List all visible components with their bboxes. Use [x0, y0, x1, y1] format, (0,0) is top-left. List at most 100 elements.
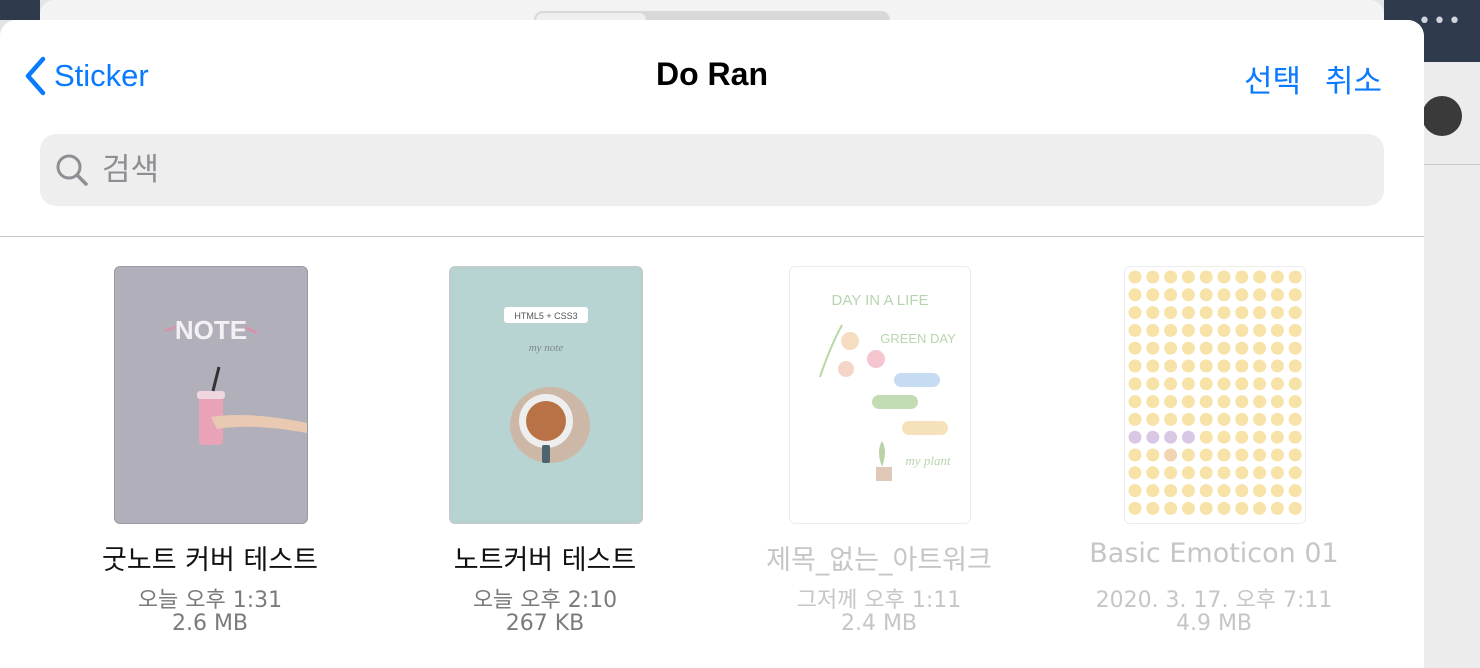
emoji-mark: [1235, 341, 1249, 355]
emoji-mark: [1181, 323, 1195, 337]
select-button[interactable]: 선택: [1244, 56, 1301, 101]
emoji-mark: [1146, 323, 1160, 337]
emoji-mark: [1288, 501, 1302, 515]
emoji-mark: [1164, 377, 1178, 391]
emoji-mark: [1270, 395, 1284, 409]
emoji-mark: [1288, 395, 1302, 409]
emoji-mark: [1146, 288, 1160, 302]
emoji-mark: [1217, 395, 1231, 409]
background-edge: [0, 0, 40, 20]
emoji-mark: [1288, 484, 1302, 498]
emoji-mark: [1235, 448, 1249, 462]
emoji-mark: [1199, 306, 1213, 320]
emoji-mark: [1217, 288, 1231, 302]
emoji-mark: [1128, 466, 1142, 480]
emoji-mark: [1235, 395, 1249, 409]
emoji-mark: [1270, 466, 1284, 480]
more-icon[interactable]: •••: [1418, 11, 1463, 33]
emoji-mark: [1235, 306, 1249, 320]
emoji-mark: [1270, 270, 1284, 284]
background-divider: [1424, 164, 1480, 165]
emoji-mark: [1288, 270, 1302, 284]
emoji-mark: [1253, 484, 1267, 498]
emoji-mark: [1181, 484, 1195, 498]
emoji-mark: [1270, 288, 1284, 302]
emoji-mark: [1217, 377, 1231, 391]
emoji-mark: [1128, 341, 1142, 355]
emoji-mark: [1181, 359, 1195, 373]
emoji-mark: [1253, 448, 1267, 462]
emoji-mark: [1270, 412, 1284, 426]
emoji-mark: [1146, 412, 1160, 426]
file-grid: NOTE 굿노트 커버 테스트 오늘 오후 1:31 2.6 MB HTML5 …: [0, 266, 1424, 668]
emoji-mark: [1235, 501, 1249, 515]
emoji-mark: [1181, 430, 1195, 444]
emoji-mark: [1253, 341, 1267, 355]
search-bar[interactable]: [40, 134, 1384, 206]
emoji-mark: [1164, 395, 1178, 409]
emoji-mark: [1288, 430, 1302, 444]
file-date: 그저께 오후 1:11: [796, 588, 962, 613]
emoji-mark: [1235, 430, 1249, 444]
emoji-mark: [1164, 466, 1178, 480]
search-icon: [56, 154, 88, 186]
emoji-mark: [1146, 448, 1160, 462]
emoji-mark: [1164, 430, 1178, 444]
emoji-mark: [1128, 288, 1142, 302]
file-thumbnail: [1124, 266, 1306, 524]
emoji-mark: [1164, 412, 1178, 426]
file-name: Basic Emoticon 01: [1089, 538, 1339, 569]
cover-illustration: HTML5 + CSS3 my note: [453, 270, 639, 520]
emoji-mark: [1217, 270, 1231, 284]
emoji-mark: [1146, 430, 1160, 444]
emoji-mark: [1146, 484, 1160, 498]
file-date: 오늘 오후 1:31: [137, 588, 283, 613]
emoji-mark: [1253, 359, 1267, 373]
emoji-mark: [1288, 359, 1302, 373]
emoji-mark: [1128, 395, 1142, 409]
emoji-mark: [1253, 377, 1267, 391]
emoji-mark: [1217, 448, 1231, 462]
cover-illustration: NOTE: [115, 267, 307, 523]
emoji-mark: [1146, 501, 1160, 515]
emoji-mark: [1146, 341, 1160, 355]
emoji-mark: [1146, 270, 1160, 284]
emoji-mark: [1288, 412, 1302, 426]
emoji-mark: [1199, 448, 1213, 462]
emoji-mark: [1253, 395, 1267, 409]
emoji-mark: [1235, 359, 1249, 373]
emoji-mark: [1128, 412, 1142, 426]
emoji-mark: [1164, 501, 1178, 515]
emoji-mark: [1181, 341, 1195, 355]
emoji-mark: [1164, 306, 1178, 320]
file-thumbnail: DAY IN A LIFE GREEN DAY my plant: [789, 266, 971, 524]
emoji-mark: [1199, 341, 1213, 355]
emoji-mark: [1199, 430, 1213, 444]
emoji-mark: [1288, 323, 1302, 337]
emoji-mark: [1164, 359, 1178, 373]
emoji-mark: [1164, 484, 1178, 498]
file-thumbnail: HTML5 + CSS3 my note: [449, 266, 643, 524]
cover-title: NOTE: [175, 315, 247, 345]
emoji-mark: [1217, 430, 1231, 444]
emoji-mark: [1253, 412, 1267, 426]
emoji-mark: [1270, 306, 1284, 320]
cover-caption: my plant: [905, 453, 951, 468]
emoji-mark: [1181, 288, 1195, 302]
emoji-mark: [1199, 501, 1213, 515]
emoji-mark: [1128, 306, 1142, 320]
search-input[interactable]: [100, 151, 1304, 189]
emoji-mark: [1288, 448, 1302, 462]
emoji-mark: [1253, 288, 1267, 302]
emoji-mark: [1164, 341, 1178, 355]
file-thumbnail: NOTE: [114, 266, 308, 524]
emoji-mark: [1217, 323, 1231, 337]
emoji-mark: [1164, 323, 1178, 337]
emoji-mark: [1288, 466, 1302, 480]
emoji-mark: [1128, 501, 1142, 515]
emoji-mark: [1181, 448, 1195, 462]
emoji-mark: [1199, 288, 1213, 302]
emoji-mark: [1164, 270, 1178, 284]
cancel-button[interactable]: 취소: [1325, 56, 1382, 101]
emoji-mark: [1146, 395, 1160, 409]
